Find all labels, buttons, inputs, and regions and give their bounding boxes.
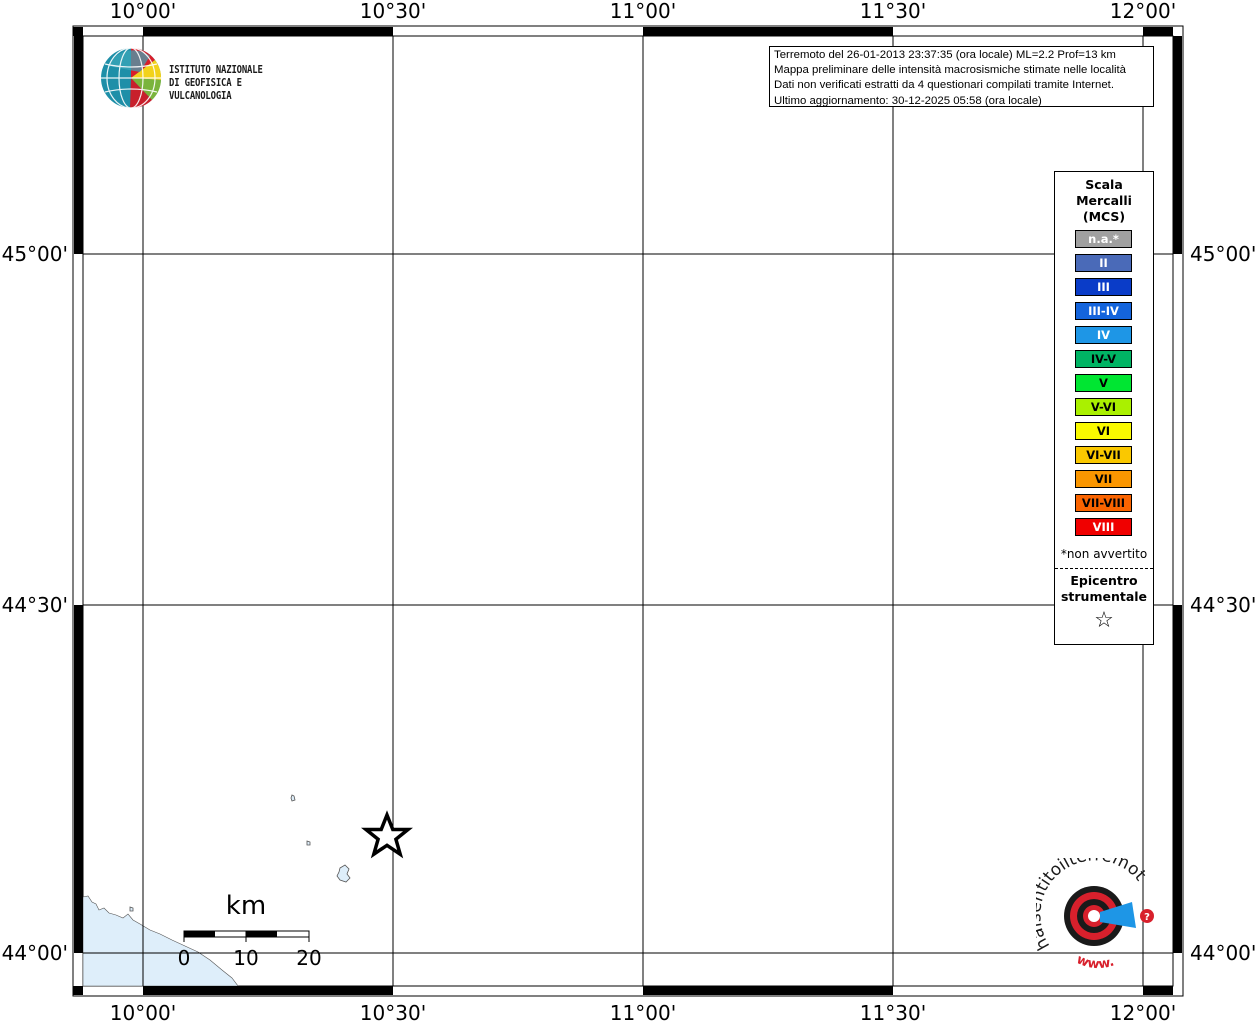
legend-epicenter-line: Epicentro bbox=[1070, 573, 1138, 588]
legend-epicenter-label: Epicentro strumentale bbox=[1055, 573, 1153, 605]
legend-swatch: V-VI bbox=[1075, 398, 1132, 416]
legend-swatch: VI-VII bbox=[1075, 446, 1132, 464]
event-info-line: Mappa preliminare delle intensità macros… bbox=[774, 64, 1127, 77]
lat-label-right: 44°30' bbox=[1190, 593, 1256, 617]
legend-swatch: n.a.* bbox=[1075, 230, 1132, 248]
lon-label-bottom: 11°00' bbox=[610, 1001, 676, 1024]
legend-swatch: VII bbox=[1075, 470, 1132, 488]
scale-bar-label: 20 bbox=[296, 946, 321, 970]
legend-title-line: Mercalli bbox=[1076, 193, 1132, 208]
lat-label-left: 44°30' bbox=[2, 593, 68, 617]
legend-swatch: IV bbox=[1075, 326, 1132, 344]
scale-bar-label: 10 bbox=[233, 946, 258, 970]
event-info-line: Ultimo aggiornamento: 30-12-2025 05:58 (… bbox=[774, 94, 1042, 107]
island bbox=[129, 906, 134, 912]
legend-swatch: IV-V bbox=[1075, 350, 1132, 368]
legend-swatch: VII-VIII bbox=[1075, 494, 1132, 512]
map-area bbox=[82, 35, 1174, 987]
event-info-line: Terremoto del 26-01-2013 23:37:35 (ora l… bbox=[774, 49, 1116, 61]
lon-label-bottom: 10°30' bbox=[360, 1001, 426, 1024]
legend-swatch: II bbox=[1075, 254, 1132, 272]
hst-logo-graphic: ? haisentitoilterremoto.it www. bbox=[1025, 843, 1154, 972]
lon-label-bottom: 10°00' bbox=[110, 1001, 176, 1024]
legend-divider bbox=[1055, 568, 1153, 569]
lat-label-right: 45°00' bbox=[1190, 242, 1256, 266]
lat-label-right: 44°00' bbox=[1190, 941, 1256, 965]
hst-url: www. bbox=[1074, 952, 1116, 972]
lon-label-top: 12°00' bbox=[1110, 0, 1176, 23]
legend-epicenter-line: strumentale bbox=[1060, 589, 1148, 604]
legend-swatch: VIII bbox=[1075, 518, 1132, 536]
lon-label-top: 11°30' bbox=[860, 0, 926, 23]
legend-title-line: Scala bbox=[1085, 177, 1123, 192]
ingv-logo: ISTITUTO NAZIONALE DI GEOFISICA E VULCAN… bbox=[100, 46, 320, 110]
legend-swatch: III bbox=[1075, 278, 1132, 296]
lat-label-left: 45°00' bbox=[2, 242, 68, 266]
lon-label-bottom: 12°00' bbox=[1110, 1001, 1176, 1024]
legend-title: Scala Mercalli (MCS) bbox=[1055, 177, 1153, 225]
hst-logo: ? haisentitoilterremoto.it www. bbox=[1025, 843, 1160, 976]
ingv-name-line: DI GEOFISICA E VULCANOLOGIA bbox=[169, 77, 242, 102]
legend-note: *non avvertito bbox=[1060, 547, 1148, 561]
legend-swatch: V bbox=[1075, 374, 1132, 392]
scale-bar-label: 0 bbox=[178, 946, 191, 970]
lon-label-top: 10°00' bbox=[110, 0, 176, 23]
legend-swatch: VI bbox=[1075, 422, 1132, 440]
event-info-box: Terremoto del 26-01-2013 23:37:35 (ora l… bbox=[769, 46, 1154, 107]
ingv-name-line: ISTITUTO NAZIONALE bbox=[169, 64, 263, 76]
legend-swatch: III-IV bbox=[1075, 302, 1132, 320]
lon-label-top: 11°00' bbox=[610, 0, 676, 23]
star-outline-icon: ☆ bbox=[1094, 608, 1114, 633]
island bbox=[306, 840, 311, 846]
event-info-line: Dati non verificati estratti da 4 questi… bbox=[774, 79, 1114, 92]
svg-text:?: ? bbox=[1144, 912, 1150, 923]
globe-icon bbox=[101, 47, 162, 109]
lon-label-bottom: 11°30' bbox=[860, 1001, 926, 1024]
lat-label-left: 44°00' bbox=[2, 941, 68, 965]
legend-title-line: (MCS) bbox=[1082, 209, 1126, 224]
lon-label-top: 10°30' bbox=[360, 0, 426, 23]
intensity-legend: Scala Mercalli (MCS) n.a.* II III III-IV IV I… bbox=[1054, 171, 1154, 645]
scale-bar-unit: km bbox=[226, 891, 266, 921]
